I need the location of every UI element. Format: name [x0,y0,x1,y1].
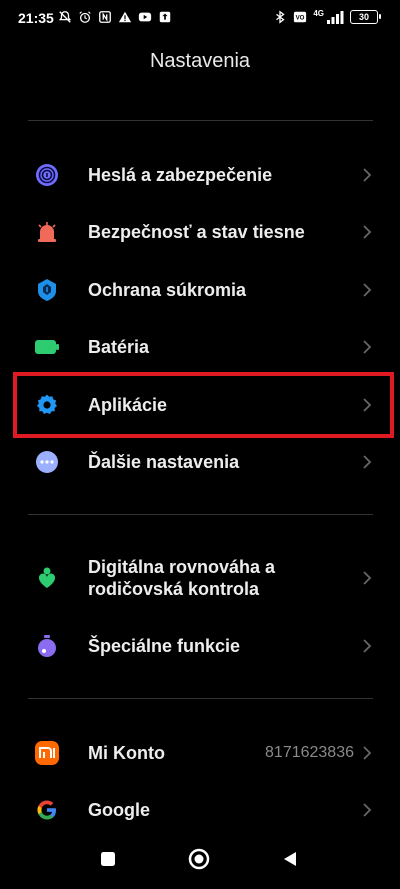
settings-item-privacy-protection[interactable]: Ochrana súkromia [0,275,400,305]
chevron-right-icon [363,571,372,585]
status-bar: 21:35 VO 4G 30 [0,0,400,36]
settings-item-additional-settings[interactable]: Ďalšie nastavenia [0,447,400,477]
volte-icon: VO [294,11,307,23]
svg-text:VO: VO [296,15,305,22]
google-icon [34,797,60,823]
chevron-right-icon [363,340,372,354]
settings-item-label-line: Digitálna rovnováha a [88,557,276,577]
settings-item-label: Google [88,800,150,820]
more-icon [34,449,60,475]
privacy-shield-icon [34,277,60,303]
status-time: 21:35 [18,10,54,26]
recents-button[interactable] [96,847,120,871]
settings-item-label-line: rodičovská kontrola [88,579,260,599]
settings-item-special-features[interactable]: Špeciálne funkcie [0,631,400,661]
siren-icon [34,219,60,245]
settings-item-label: Bezpečnosť a stav tiesne [88,222,305,242]
mi-account-id: 8171623836 [265,744,354,761]
chevron-right-icon [363,455,372,469]
settings-item-passwords-security[interactable]: Heslá a zabezpečenie [0,160,400,190]
highlight-box [13,372,394,438]
network-type-label: 4G [313,8,324,18]
divider [28,514,373,515]
youtube-icon [138,12,152,22]
bluetooth-icon [276,10,285,24]
divider [28,120,373,121]
upload-icon [159,11,171,23]
chevron-right-icon [363,168,372,182]
back-button[interactable] [278,847,302,871]
settings-item-label: Ďalšie nastavenia [88,452,240,472]
settings-item-label: Batéria [88,337,150,357]
wellbeing-icon [34,565,60,591]
warning-icon [118,11,132,23]
back-icon [284,852,296,866]
settings-item-google[interactable]: Google [0,795,400,825]
signal-icon [327,11,344,24]
chevron-right-icon [363,746,372,760]
chevron-right-icon [363,283,372,297]
settings-item-digital-wellbeing[interactable]: Digitálna rovnováha a rodičovská kontrol… [0,555,400,601]
fingerprint-icon [34,162,60,188]
nfc-icon [99,11,111,23]
chevron-right-icon [363,225,372,239]
special-features-icon [34,633,60,659]
settings-item-safety-emergency[interactable]: Bezpečnosť a stav tiesne [0,217,400,247]
home-icon [188,848,210,870]
notifications-off-icon [58,11,72,23]
chevron-right-icon [363,639,372,653]
page-title: Nastavenia [149,50,251,72]
mi-icon [34,740,60,766]
battery-indicator: 30 [350,10,381,24]
settings-item-label: Špeciálne funkcie [88,636,241,656]
divider [28,698,373,699]
settings-item-mi-account[interactable]: Mi Konto 8171623836 [0,738,400,768]
battery-icon [34,334,60,360]
alarm-icon [79,11,91,23]
recents-icon [101,852,115,866]
settings-item-battery[interactable]: Batéria [0,332,400,362]
chevron-right-icon [363,803,372,817]
home-button[interactable] [187,847,211,871]
status-left-icons [58,10,172,24]
status-right-icons: VO 4G 30 [273,8,381,24]
settings-item-label: Ochrana súkromia [88,280,247,300]
settings-item-label: Heslá a zabezpečenie [88,165,273,185]
settings-item-label: Digitálna rovnováha a rodičovská kontrol… [88,556,275,600]
settings-item-label: Mi Konto [88,743,165,763]
navigation-bar [0,829,400,889]
